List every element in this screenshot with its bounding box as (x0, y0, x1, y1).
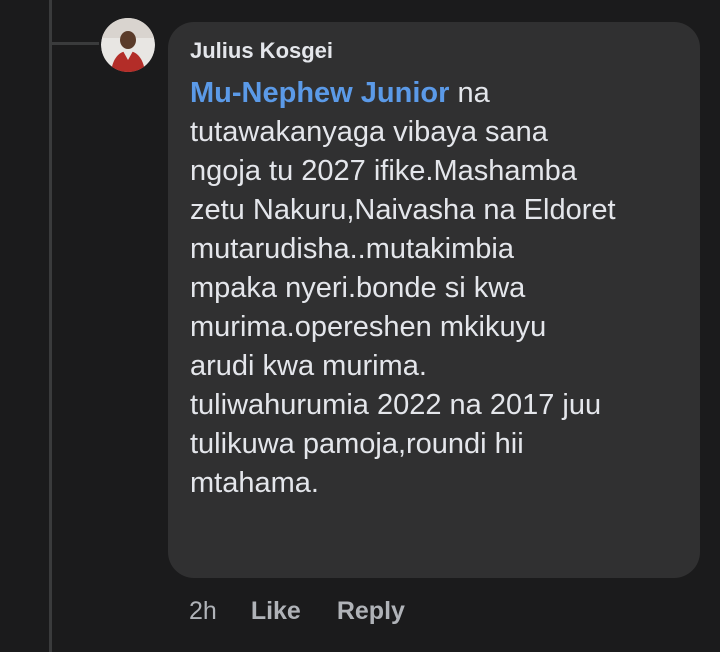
comment-actions: 2h Like Reply (189, 594, 441, 628)
comment-text: Mu-Nephew Junior na tutawakanyaga vibaya… (190, 74, 678, 503)
comment-author[interactable]: Julius Kosgei (190, 36, 678, 66)
mention-link[interactable]: Mu-Nephew Junior (190, 77, 449, 109)
like-button[interactable]: Like (251, 597, 301, 626)
comment-timestamp[interactable]: 2h (189, 597, 217, 626)
comment-thread: Julius Kosgei Mu-Nephew Junior na tutawa… (0, 0, 720, 652)
profile-photo-avatar-icon (101, 18, 155, 72)
comment-body: na tutawakanyaga vibaya sana ngoja tu 20… (190, 77, 616, 499)
reply-button[interactable]: Reply (337, 597, 405, 626)
avatar[interactable] (101, 18, 155, 72)
thread-connector-line (49, 0, 52, 652)
thread-branch-line (49, 42, 99, 45)
comment-bubble: Julius Kosgei Mu-Nephew Junior na tutawa… (168, 22, 700, 578)
